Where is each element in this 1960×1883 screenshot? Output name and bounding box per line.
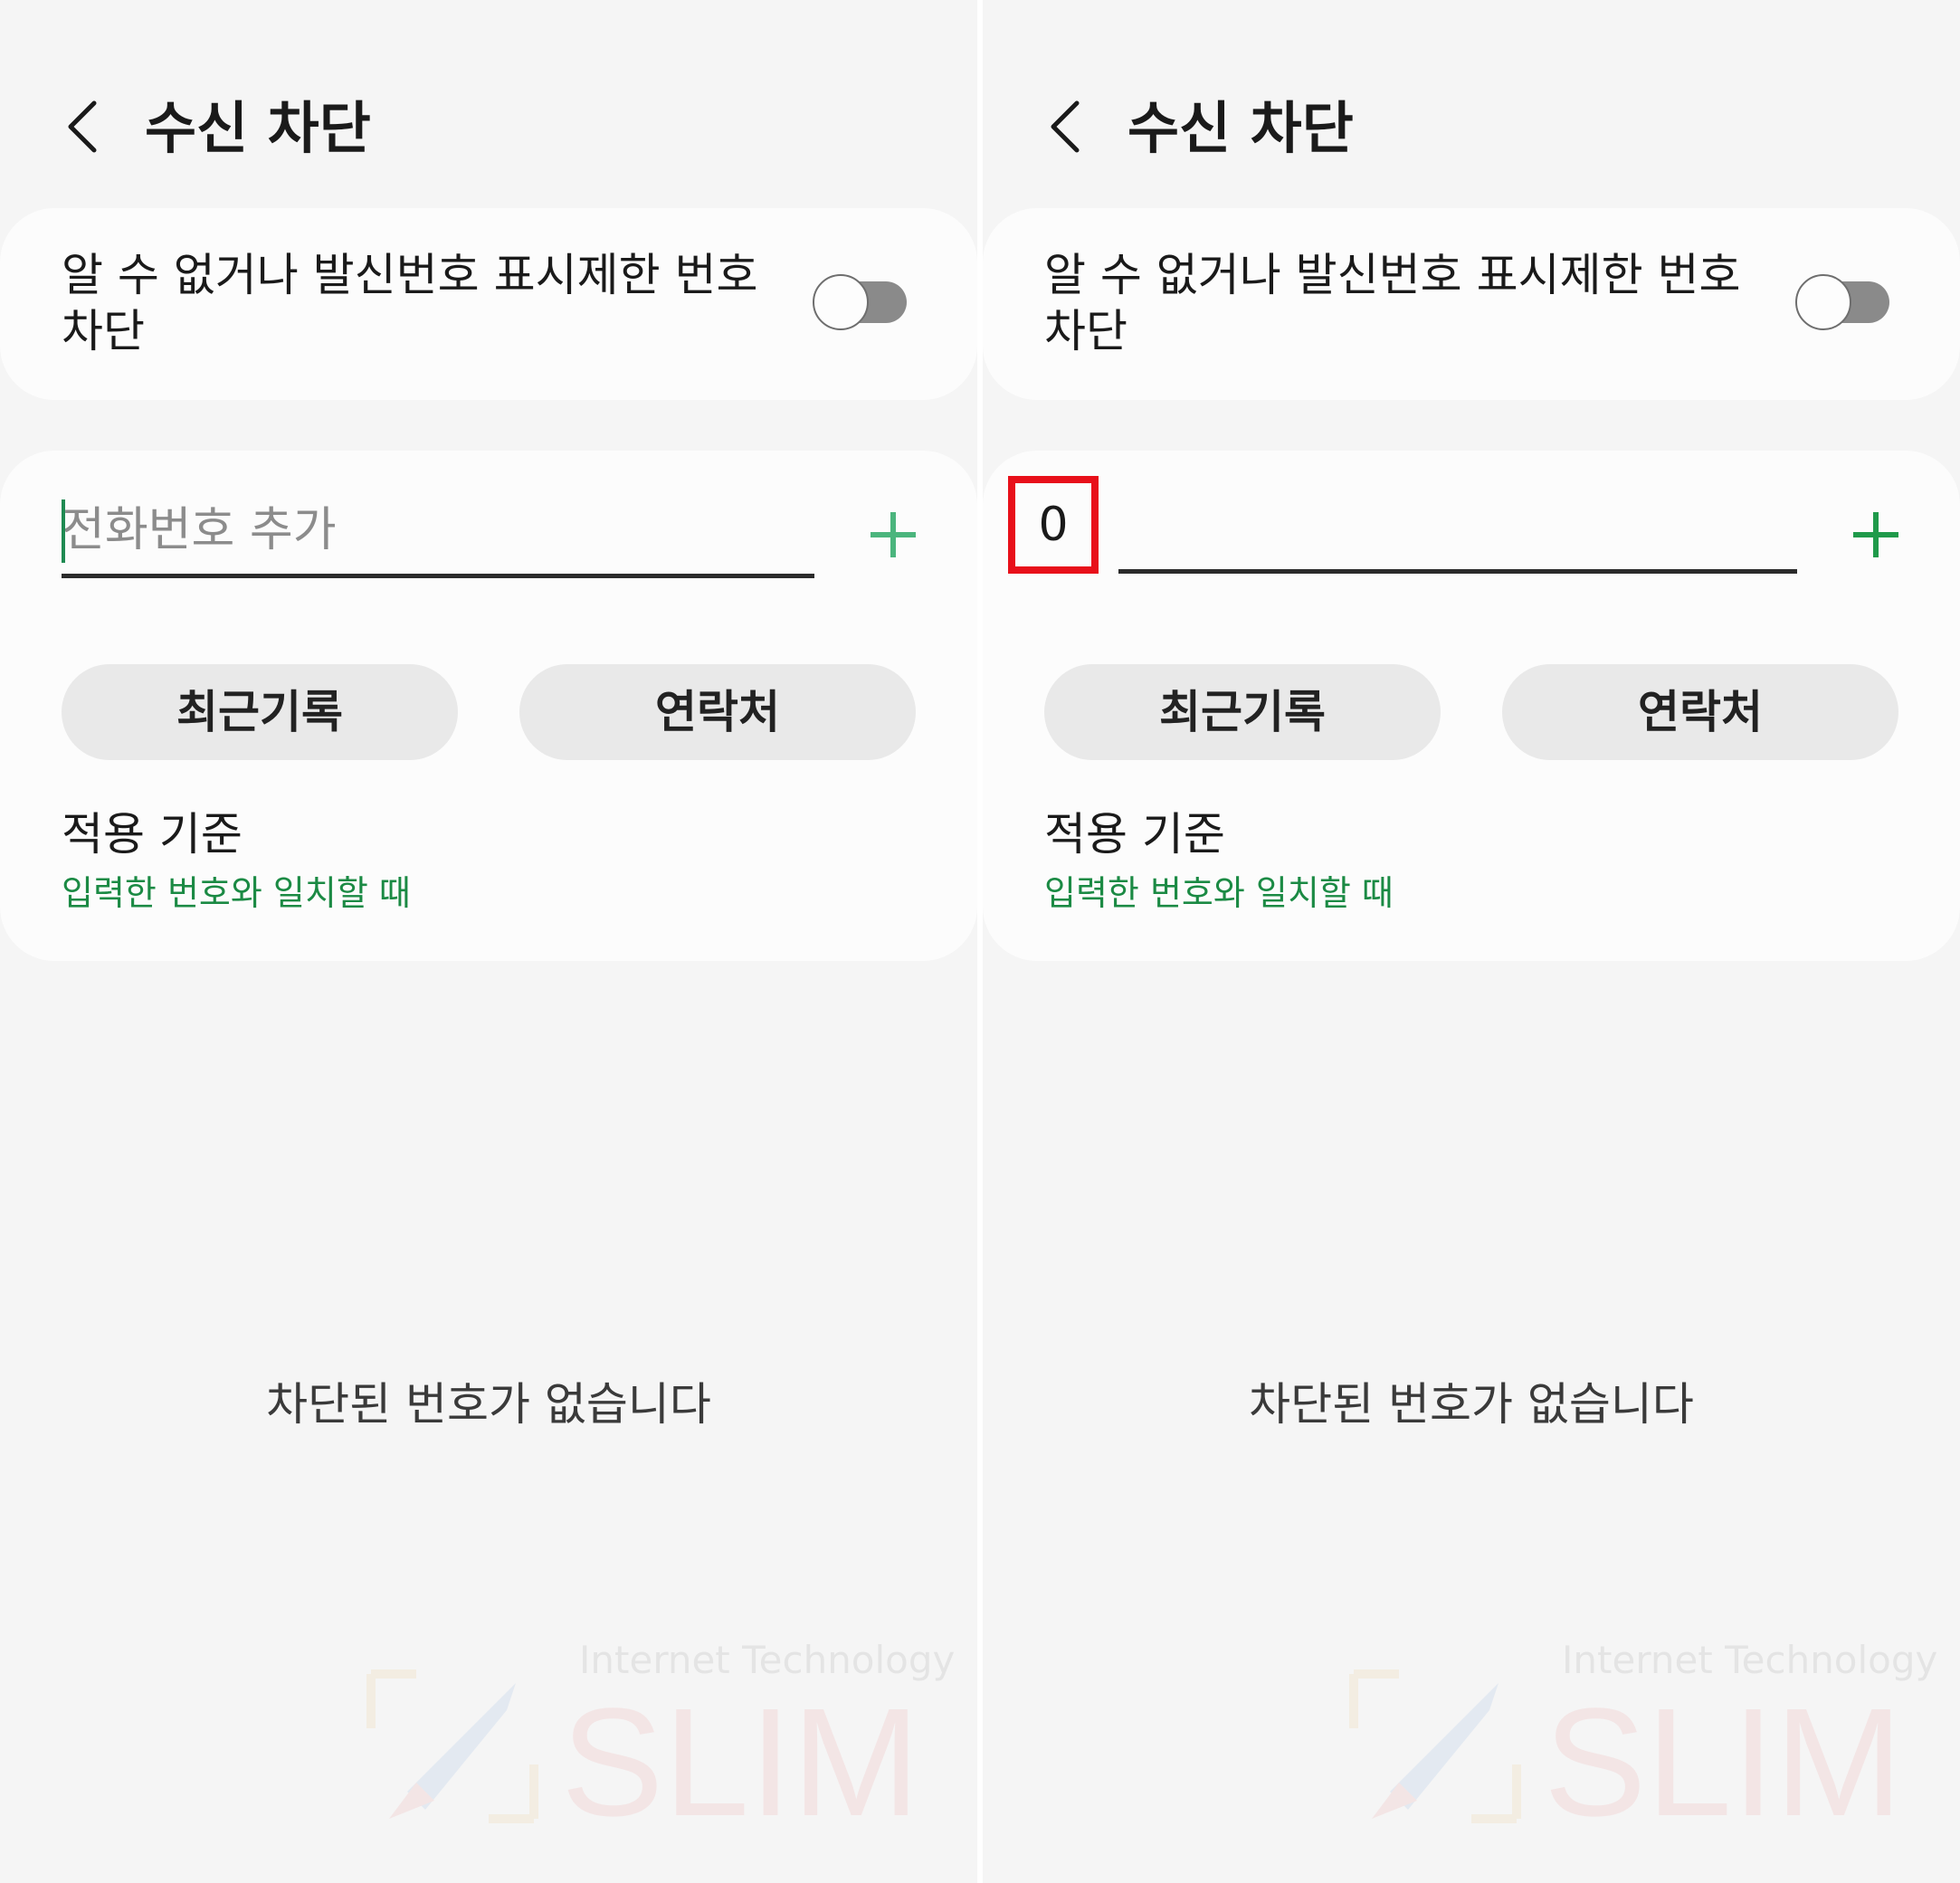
match-criteria-title[interactable]: 적용 기준 xyxy=(1044,805,1225,863)
text-caret xyxy=(62,499,65,563)
plus-icon-stroke xyxy=(890,512,896,557)
toggle-knob xyxy=(813,274,869,330)
app-header: 수신 차단 xyxy=(983,81,1960,172)
watermark-brand: SLIM xyxy=(561,1677,920,1849)
page-title: 수신 차단 xyxy=(1127,95,1354,161)
input-underline xyxy=(1118,569,1797,574)
toggle-knob xyxy=(1795,274,1851,330)
contacts-button[interactable]: 연락처 xyxy=(519,664,916,760)
rocket-logo-icon xyxy=(1349,1669,1521,1823)
unknown-block-label: 알 수 없거나 발신번호 표시제한 번호 차단 xyxy=(1044,249,1741,357)
chevron-left-icon[interactable] xyxy=(54,90,109,163)
left-screen: 수신 차단 알 수 없거나 발신번호 표시제한 번호 차단 최근기록 연락처 적… xyxy=(0,0,977,1883)
watermark-brand: SLIM xyxy=(1544,1677,1903,1849)
watermark: Internet Technology SLIM xyxy=(353,1638,955,1855)
block-number-card: 최근기록 연락처 적용 기준 입력한 번호와 일치할 때 xyxy=(0,451,977,961)
plus-icon-stroke xyxy=(1873,512,1879,557)
phone-number-value: 0 xyxy=(1038,498,1069,552)
contacts-button[interactable]: 연락처 xyxy=(1502,664,1898,760)
phone-number-input[interactable]: 0 xyxy=(1008,476,1099,574)
right-screen: 수신 차단 알 수 없거나 발신번호 표시제한 번호 차단 0 최근기록 연락처… xyxy=(983,0,1960,1883)
add-number-button[interactable] xyxy=(1853,512,1898,557)
recent-calls-button[interactable]: 최근기록 xyxy=(1044,664,1441,760)
unknown-block-toggle[interactable] xyxy=(813,274,907,330)
rocket-logo-icon xyxy=(366,1669,538,1823)
watermark: Internet Technology SLIM xyxy=(1336,1638,1937,1855)
page-title: 수신 차단 xyxy=(145,95,371,161)
block-number-card: 0 최근기록 연락처 적용 기준 입력한 번호와 일치할 때 xyxy=(983,451,1960,961)
empty-list-message: 차단된 번호가 없습니다 xyxy=(1249,1378,1694,1431)
chevron-left-icon[interactable] xyxy=(1037,90,1091,163)
phone-number-input[interactable] xyxy=(62,487,814,574)
match-criteria-value[interactable]: 입력한 번호와 일치할 때 xyxy=(1044,870,1394,916)
empty-list-message: 차단된 번호가 없습니다 xyxy=(266,1378,711,1431)
unknown-block-label: 알 수 없거나 발신번호 표시제한 번호 차단 xyxy=(62,249,758,357)
match-criteria-value[interactable]: 입력한 번호와 일치할 때 xyxy=(62,870,411,916)
match-criteria-title[interactable]: 적용 기준 xyxy=(62,805,243,863)
unknown-block-toggle[interactable] xyxy=(1795,274,1889,330)
add-number-button[interactable] xyxy=(871,512,916,557)
phone-input-field xyxy=(62,487,814,578)
app-header: 수신 차단 xyxy=(0,81,977,172)
recent-calls-button[interactable]: 최근기록 xyxy=(62,664,458,760)
